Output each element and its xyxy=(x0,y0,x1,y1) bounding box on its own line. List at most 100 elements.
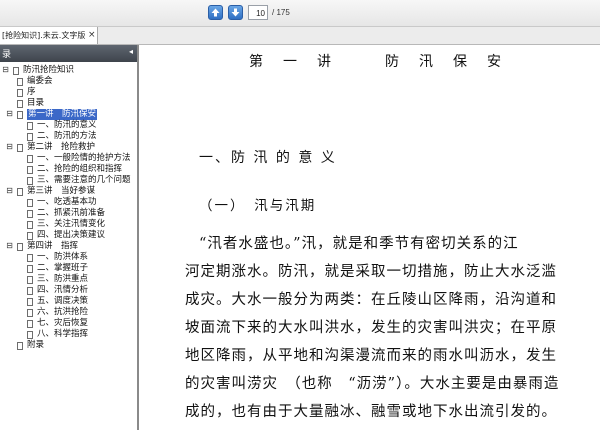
bookmark-item[interactable]: 一、吃透基本功 xyxy=(1,197,137,208)
bookmark-label: 四、提出决策建议 xyxy=(37,230,106,240)
bookmark-label: 一、一般险情的抢护方法 xyxy=(37,153,131,163)
tab-strip: [抢险知识].未云.文字版 × xyxy=(0,27,600,45)
bookmark-page-icon xyxy=(27,331,33,339)
bookmark-item[interactable]: ⊟ 第一讲 防汛保安 xyxy=(1,109,137,120)
bookmark-page-icon xyxy=(17,100,23,108)
collapse-icon[interactable]: ◂ xyxy=(129,47,133,56)
bookmark-item[interactable]: 六、抗洪抢险 xyxy=(1,307,137,318)
bookmark-item[interactable]: 一、一般险情的抢护方法 xyxy=(1,153,137,164)
bookmark-label: 防汛抢险知识 xyxy=(23,65,75,75)
bookmark-page-icon xyxy=(27,210,33,218)
bookmark-page-icon xyxy=(17,243,23,251)
bookmark-label: 第三讲 当好参谋 xyxy=(27,186,96,196)
bookmark-item[interactable]: 七、灾后恢复 xyxy=(1,318,137,329)
bookmark-page-icon xyxy=(27,265,33,273)
bookmark-item[interactable]: 三、需要注意的几个问题 xyxy=(1,175,137,186)
bookmark-page-icon xyxy=(17,111,23,119)
expand-toggle-icon[interactable]: ⊟ xyxy=(5,110,14,119)
bookmark-label: 二、抢险的组织和指挥 xyxy=(37,164,123,174)
document-page: 第 一 讲 防 汛 保 安 一、防 汛 的 意 义 （一） 汛与汛期 “汛者水盛… xyxy=(141,45,600,430)
bookmark-item[interactable]: 一、防汛的意义 xyxy=(1,120,137,131)
bookmark-item[interactable]: 附录 xyxy=(1,340,137,351)
bookmark-item[interactable]: 三、防洪重点 xyxy=(1,274,137,285)
next-page-button[interactable] xyxy=(228,5,243,20)
paragraph-line: 地区降雨，从平地和沟渠漫流而来的雨水叫沥水，发生 xyxy=(185,348,557,364)
arrow-down-icon xyxy=(231,8,240,17)
bookmark-page-icon xyxy=(17,89,23,97)
bookmark-label: 一、防洪体系 xyxy=(37,252,89,262)
paragraph-line: 成灾。大水一般分为两类：在丘陵山区降雨，沿沟道和 xyxy=(185,292,557,308)
bookmark-item[interactable]: 目录 xyxy=(1,98,137,109)
bookmark-item[interactable]: 二、抢险的组织和指挥 xyxy=(1,164,137,175)
bookmark-item[interactable]: 序 xyxy=(1,87,137,98)
sidebar-title: 录 xyxy=(2,50,12,60)
page-number-input[interactable]: 10 xyxy=(248,5,268,20)
paragraph-line: 成的，也有由于大量融冰、融雪或地下水出流引发的。 xyxy=(185,404,557,420)
bookmark-label: 七、灾后恢复 xyxy=(37,318,89,328)
bookmark-label: 五、调度决策 xyxy=(37,296,89,306)
bookmark-page-icon xyxy=(27,276,33,284)
bookmark-page-icon xyxy=(27,122,33,130)
bookmark-label: 六、抗洪抢险 xyxy=(37,307,89,317)
bookmark-page-icon xyxy=(27,177,33,185)
bookmark-item[interactable]: 编委会 xyxy=(1,76,137,87)
bookmark-label: 二、防汛的方法 xyxy=(37,131,97,141)
tab-title: [抢险知识].未云.文字版 xyxy=(2,31,86,40)
section-heading: 一、防 汛 的 意 义 xyxy=(199,150,337,166)
bookmark-page-icon xyxy=(27,155,33,163)
bookmark-page-icon xyxy=(17,342,23,350)
bookmark-label: 编委会 xyxy=(27,76,53,86)
bookmark-page-icon xyxy=(27,254,33,262)
toolbar: 10 / 175 xyxy=(0,0,600,27)
bookmark-item[interactable]: 一、防洪体系 xyxy=(1,252,137,263)
lecture-heading: 第 一 讲 防 汛 保 安 xyxy=(249,54,504,70)
bookmark-page-icon xyxy=(27,232,33,240)
bookmark-label: 三、关注汛情变化 xyxy=(37,219,106,229)
subsection-heading: （一） 汛与汛期 xyxy=(199,198,317,214)
paragraph-line: 河定期涨水。防汛，就是采取一切措施，防止大水泛滥 xyxy=(185,264,557,280)
bookmark-label: 八、科学指挥 xyxy=(37,329,89,339)
close-icon[interactable]: × xyxy=(88,29,96,41)
bookmark-label: 二、抓紧汛前准备 xyxy=(37,208,106,218)
bookmark-page-icon xyxy=(13,67,19,75)
tab-document[interactable]: [抢险知识].未云.文字版 × xyxy=(0,27,98,44)
bookmark-label: 附录 xyxy=(27,340,45,350)
bookmark-item[interactable]: 四、汛情分析 xyxy=(1,285,137,296)
bookmark-item[interactable]: ⊟ 第二讲 抢险救护 xyxy=(1,142,137,153)
bookmark-page-icon xyxy=(27,298,33,306)
bookmark-page-icon xyxy=(27,309,33,317)
arrow-up-icon xyxy=(211,8,220,17)
bookmark-item[interactable]: 三、关注汛情变化 xyxy=(1,219,137,230)
bookmark-label: 一、吃透基本功 xyxy=(37,197,97,207)
bookmark-item[interactable]: 五、调度决策 xyxy=(1,296,137,307)
bookmark-label: 三、需要注意的几个问题 xyxy=(37,175,131,185)
bookmark-item[interactable]: 四、提出决策建议 xyxy=(1,230,137,241)
paragraph-line: “汛者水盛也。”汛，就是和季节有密切关系的江 xyxy=(199,236,519,252)
bookmark-item[interactable]: ⊟ 第三讲 当好参谋 xyxy=(1,186,137,197)
expand-toggle-icon[interactable]: ⊟ xyxy=(1,66,10,75)
bookmark-page-icon xyxy=(27,287,33,295)
bookmark-item[interactable]: 二、防汛的方法 xyxy=(1,131,137,142)
bookmark-page-icon xyxy=(27,166,33,174)
bookmark-label: 第一讲 防汛保安 xyxy=(27,109,98,120)
bookmark-label: 一、防汛的意义 xyxy=(37,120,97,130)
bookmark-item[interactable]: 二、掌握班子 xyxy=(1,263,137,274)
bookmark-label: 三、防洪重点 xyxy=(37,274,89,284)
expand-toggle-icon[interactable]: ⊟ xyxy=(5,143,14,152)
bookmark-label: 序 xyxy=(27,87,36,97)
previous-page-button[interactable] xyxy=(208,5,223,20)
expand-toggle-icon[interactable]: ⊟ xyxy=(5,187,14,196)
bookmark-item[interactable]: ⊟ 第四讲 指挥 xyxy=(1,241,137,252)
bookmark-item[interactable]: 二、抓紧汛前准备 xyxy=(1,208,137,219)
bookmark-item[interactable]: ⊟ 防汛抢险知识 xyxy=(1,65,137,76)
bookmark-label: 第四讲 指挥 xyxy=(27,241,79,251)
bookmark-page-icon xyxy=(27,221,33,229)
bookmark-item[interactable]: 八、科学指挥 xyxy=(1,329,137,340)
sidebar-header: 录 ◂ xyxy=(0,45,137,62)
paragraph-line: 坡面流下来的大水叫洪水，发生的灾害叫洪灾；在平原 xyxy=(185,320,557,336)
bookmark-page-icon xyxy=(27,133,33,141)
bookmark-page-icon xyxy=(27,199,33,207)
bookmark-label: 第二讲 抢险救护 xyxy=(27,142,96,152)
page-total: / 175 xyxy=(272,8,290,17)
expand-toggle-icon[interactable]: ⊟ xyxy=(5,242,14,251)
